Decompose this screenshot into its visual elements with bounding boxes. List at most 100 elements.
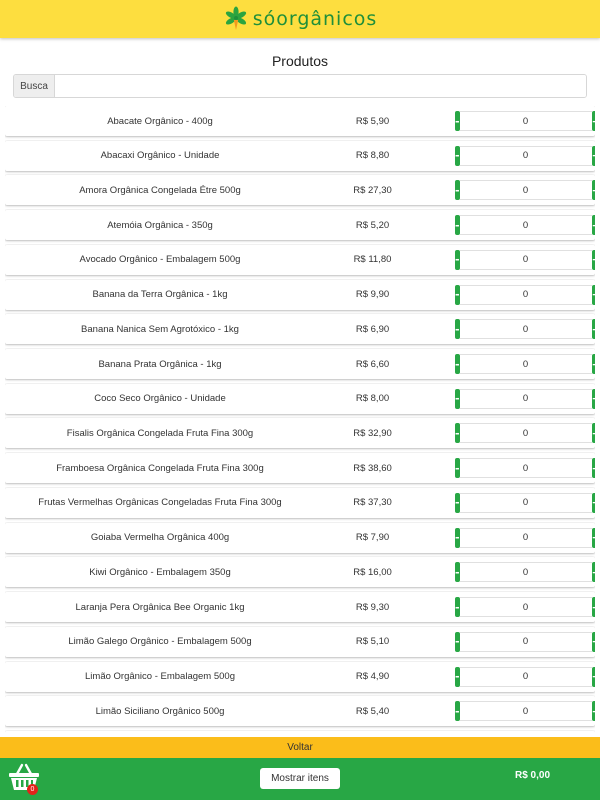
increase-button[interactable]: + bbox=[591, 388, 595, 409]
product-name: Frutas Vermelhas Orgânicas Congeladas Fr… bbox=[38, 497, 282, 509]
increase-button[interactable]: + bbox=[591, 597, 595, 618]
product-row: Limão Siciliano Orgânico 500g R$ 5,40 -+ bbox=[5, 696, 595, 727]
increase-button[interactable]: + bbox=[591, 354, 595, 375]
increase-button[interactable]: + bbox=[591, 458, 595, 479]
product-price: R$ 5,90 bbox=[355, 115, 390, 127]
footer-bar: 0 Mostrar itens R$ 0,00 bbox=[0, 758, 600, 800]
product-row: Laranja Pera Orgânica Bee Organic 1kg R$ … bbox=[5, 592, 595, 623]
increase-button[interactable]: + bbox=[591, 631, 595, 652]
back-button[interactable]: Voltar bbox=[0, 737, 600, 758]
quantity-input[interactable] bbox=[459, 111, 592, 131]
search-label: Busca bbox=[14, 75, 55, 97]
increase-button[interactable]: + bbox=[591, 701, 595, 722]
product-price: R$ 32,90 bbox=[353, 427, 392, 439]
product-price: R$ 8,80 bbox=[355, 150, 390, 162]
product-price: R$ 37,30 bbox=[353, 497, 392, 509]
quantity-input[interactable] bbox=[459, 562, 592, 583]
quantity-input[interactable] bbox=[459, 215, 592, 236]
product-row: Abacate Orgânico - 400g R$ 5,90 -+ bbox=[5, 106, 595, 136]
quantity-input[interactable] bbox=[459, 284, 592, 305]
quantity-stepper: -+ bbox=[455, 284, 595, 305]
quantity-stepper: -+ bbox=[455, 354, 595, 375]
product-name: Coco Seco Orgânico - Unidade bbox=[94, 393, 226, 405]
page-title: Produtos bbox=[271, 53, 329, 69]
quantity-input[interactable] bbox=[459, 527, 592, 548]
quantity-input[interactable] bbox=[459, 249, 592, 270]
product-row: Atemóia Orgânica - 350g R$ 5,20 -+ bbox=[5, 210, 595, 241]
quantity-stepper: -+ bbox=[455, 249, 595, 270]
quantity-stepper: -+ bbox=[455, 180, 595, 201]
product-name: Banana Prata Orgânica - 1kg bbox=[98, 358, 222, 370]
search-input[interactable] bbox=[55, 75, 586, 97]
product-name bbox=[5, 731, 315, 736]
quantity-stepper: -+ bbox=[455, 527, 595, 548]
product-name: Goiaba Vermelha Orgânica 400g bbox=[90, 532, 230, 544]
product-row: Banana Nanica Sem Agrotóxico - 1kg R$ 6,9… bbox=[5, 314, 595, 345]
product-price bbox=[335, 731, 410, 736]
product-price: R$ 38,60 bbox=[353, 462, 392, 474]
quantity-input[interactable] bbox=[459, 145, 592, 166]
product-price: R$ 27,30 bbox=[353, 184, 392, 196]
product-price: R$ 4,90 bbox=[355, 671, 390, 682]
product-row: Banana da Terra Orgânica - 1kg R$ 9,90 -+ bbox=[5, 279, 595, 310]
increase-button[interactable]: + bbox=[591, 319, 595, 340]
increase-button[interactable]: + bbox=[591, 527, 595, 548]
product-price: R$ 6,90 bbox=[355, 323, 390, 335]
product-row: Banana Prata Orgânica - 1kg R$ 6,60 -+ bbox=[5, 349, 595, 380]
quantity-stepper: -+ bbox=[455, 562, 595, 583]
show-items-button[interactable]: Mostrar itens bbox=[260, 768, 340, 789]
increase-button[interactable]: + bbox=[591, 423, 595, 444]
quantity-stepper: -+ bbox=[455, 631, 595, 652]
increase-button[interactable]: + bbox=[591, 249, 595, 270]
product-name: Limão Orgânico - Embalagem 500g bbox=[85, 671, 235, 682]
quantity-input[interactable] bbox=[459, 423, 592, 444]
product-name: Avocado Orgânico - Embalagem 500g bbox=[79, 254, 241, 266]
quantity-input[interactable] bbox=[459, 666, 592, 687]
quantity-input[interactable] bbox=[459, 492, 592, 513]
product-name: Abacaxi Orgânico - Unidade bbox=[100, 150, 220, 162]
quantity-input[interactable] bbox=[459, 388, 592, 409]
quantity-stepper: -+ bbox=[455, 458, 595, 479]
quantity-input[interactable] bbox=[459, 354, 592, 375]
product-row: Kiwi Orgânico - Embalagem 350g R$ 16,00 -+ bbox=[5, 557, 595, 588]
product-price: R$ 6,60 bbox=[355, 358, 390, 370]
quantity-input[interactable] bbox=[459, 597, 592, 618]
product-row: Abacaxi Orgânico - Unidade R$ 8,80 -+ bbox=[5, 140, 595, 171]
quantity-stepper: -+ bbox=[455, 388, 595, 409]
increase-button[interactable]: + bbox=[591, 111, 595, 131]
quantity-stepper: -+ bbox=[455, 111, 595, 131]
product-row: -+ bbox=[5, 730, 595, 736]
quantity-stepper: -+ bbox=[455, 666, 595, 687]
increase-button[interactable]: + bbox=[591, 562, 595, 583]
cart-button[interactable]: 0 bbox=[8, 762, 40, 795]
quantity-stepper: -+ bbox=[455, 492, 595, 513]
product-row: Avocado Orgânico - Embalagem 500g R$ 11,8… bbox=[5, 244, 595, 275]
increase-button[interactable]: + bbox=[591, 284, 595, 305]
logo-text: sóorgânicos bbox=[252, 8, 378, 30]
quantity-input[interactable] bbox=[459, 458, 592, 479]
product-name: Fisalis Orgânica Congelada Fruta Fina 30… bbox=[66, 427, 254, 439]
quantity-stepper: -+ bbox=[455, 319, 595, 340]
product-price: R$ 5,20 bbox=[355, 219, 390, 231]
increase-button[interactable]: + bbox=[591, 666, 595, 687]
quantity-input[interactable] bbox=[459, 701, 592, 722]
product-price: R$ 16,00 bbox=[353, 566, 392, 578]
product-name: Kiwi Orgânico - Embalagem 350g bbox=[89, 566, 231, 578]
increase-button[interactable]: + bbox=[591, 215, 595, 236]
product-row: Goiaba Vermelha Orgânica 400g R$ 7,90 -+ bbox=[5, 522, 595, 553]
product-list: Abacate Orgânico - 400gR$ 5,90-+Abacaxi … bbox=[5, 106, 595, 736]
quantity-input[interactable] bbox=[459, 180, 592, 201]
logo[interactable]: sóorgânicos bbox=[223, 6, 378, 32]
product-row: Amora Orgânica Congelada Étre 500g R$ 27,… bbox=[5, 175, 595, 206]
product-name: Banana da Terra Orgânica - 1kg bbox=[92, 289, 228, 301]
product-row: Limão Galego Orgânico - Embalagem 500g R$… bbox=[5, 626, 595, 657]
product-row: Limão Orgânico - Embalagem 500g R$ 4,90 -+ bbox=[5, 661, 595, 692]
quantity-input[interactable] bbox=[459, 319, 592, 340]
product-row: Coco Seco Orgânico - Unidade R$ 8,00 -+ bbox=[5, 383, 595, 414]
increase-button[interactable]: + bbox=[591, 145, 595, 166]
cart-total: R$ 0,00 bbox=[514, 770, 551, 781]
quantity-input[interactable] bbox=[459, 631, 592, 652]
product-price: R$ 5,40 bbox=[355, 705, 390, 717]
increase-button[interactable]: + bbox=[591, 180, 595, 201]
increase-button[interactable]: + bbox=[591, 492, 595, 513]
